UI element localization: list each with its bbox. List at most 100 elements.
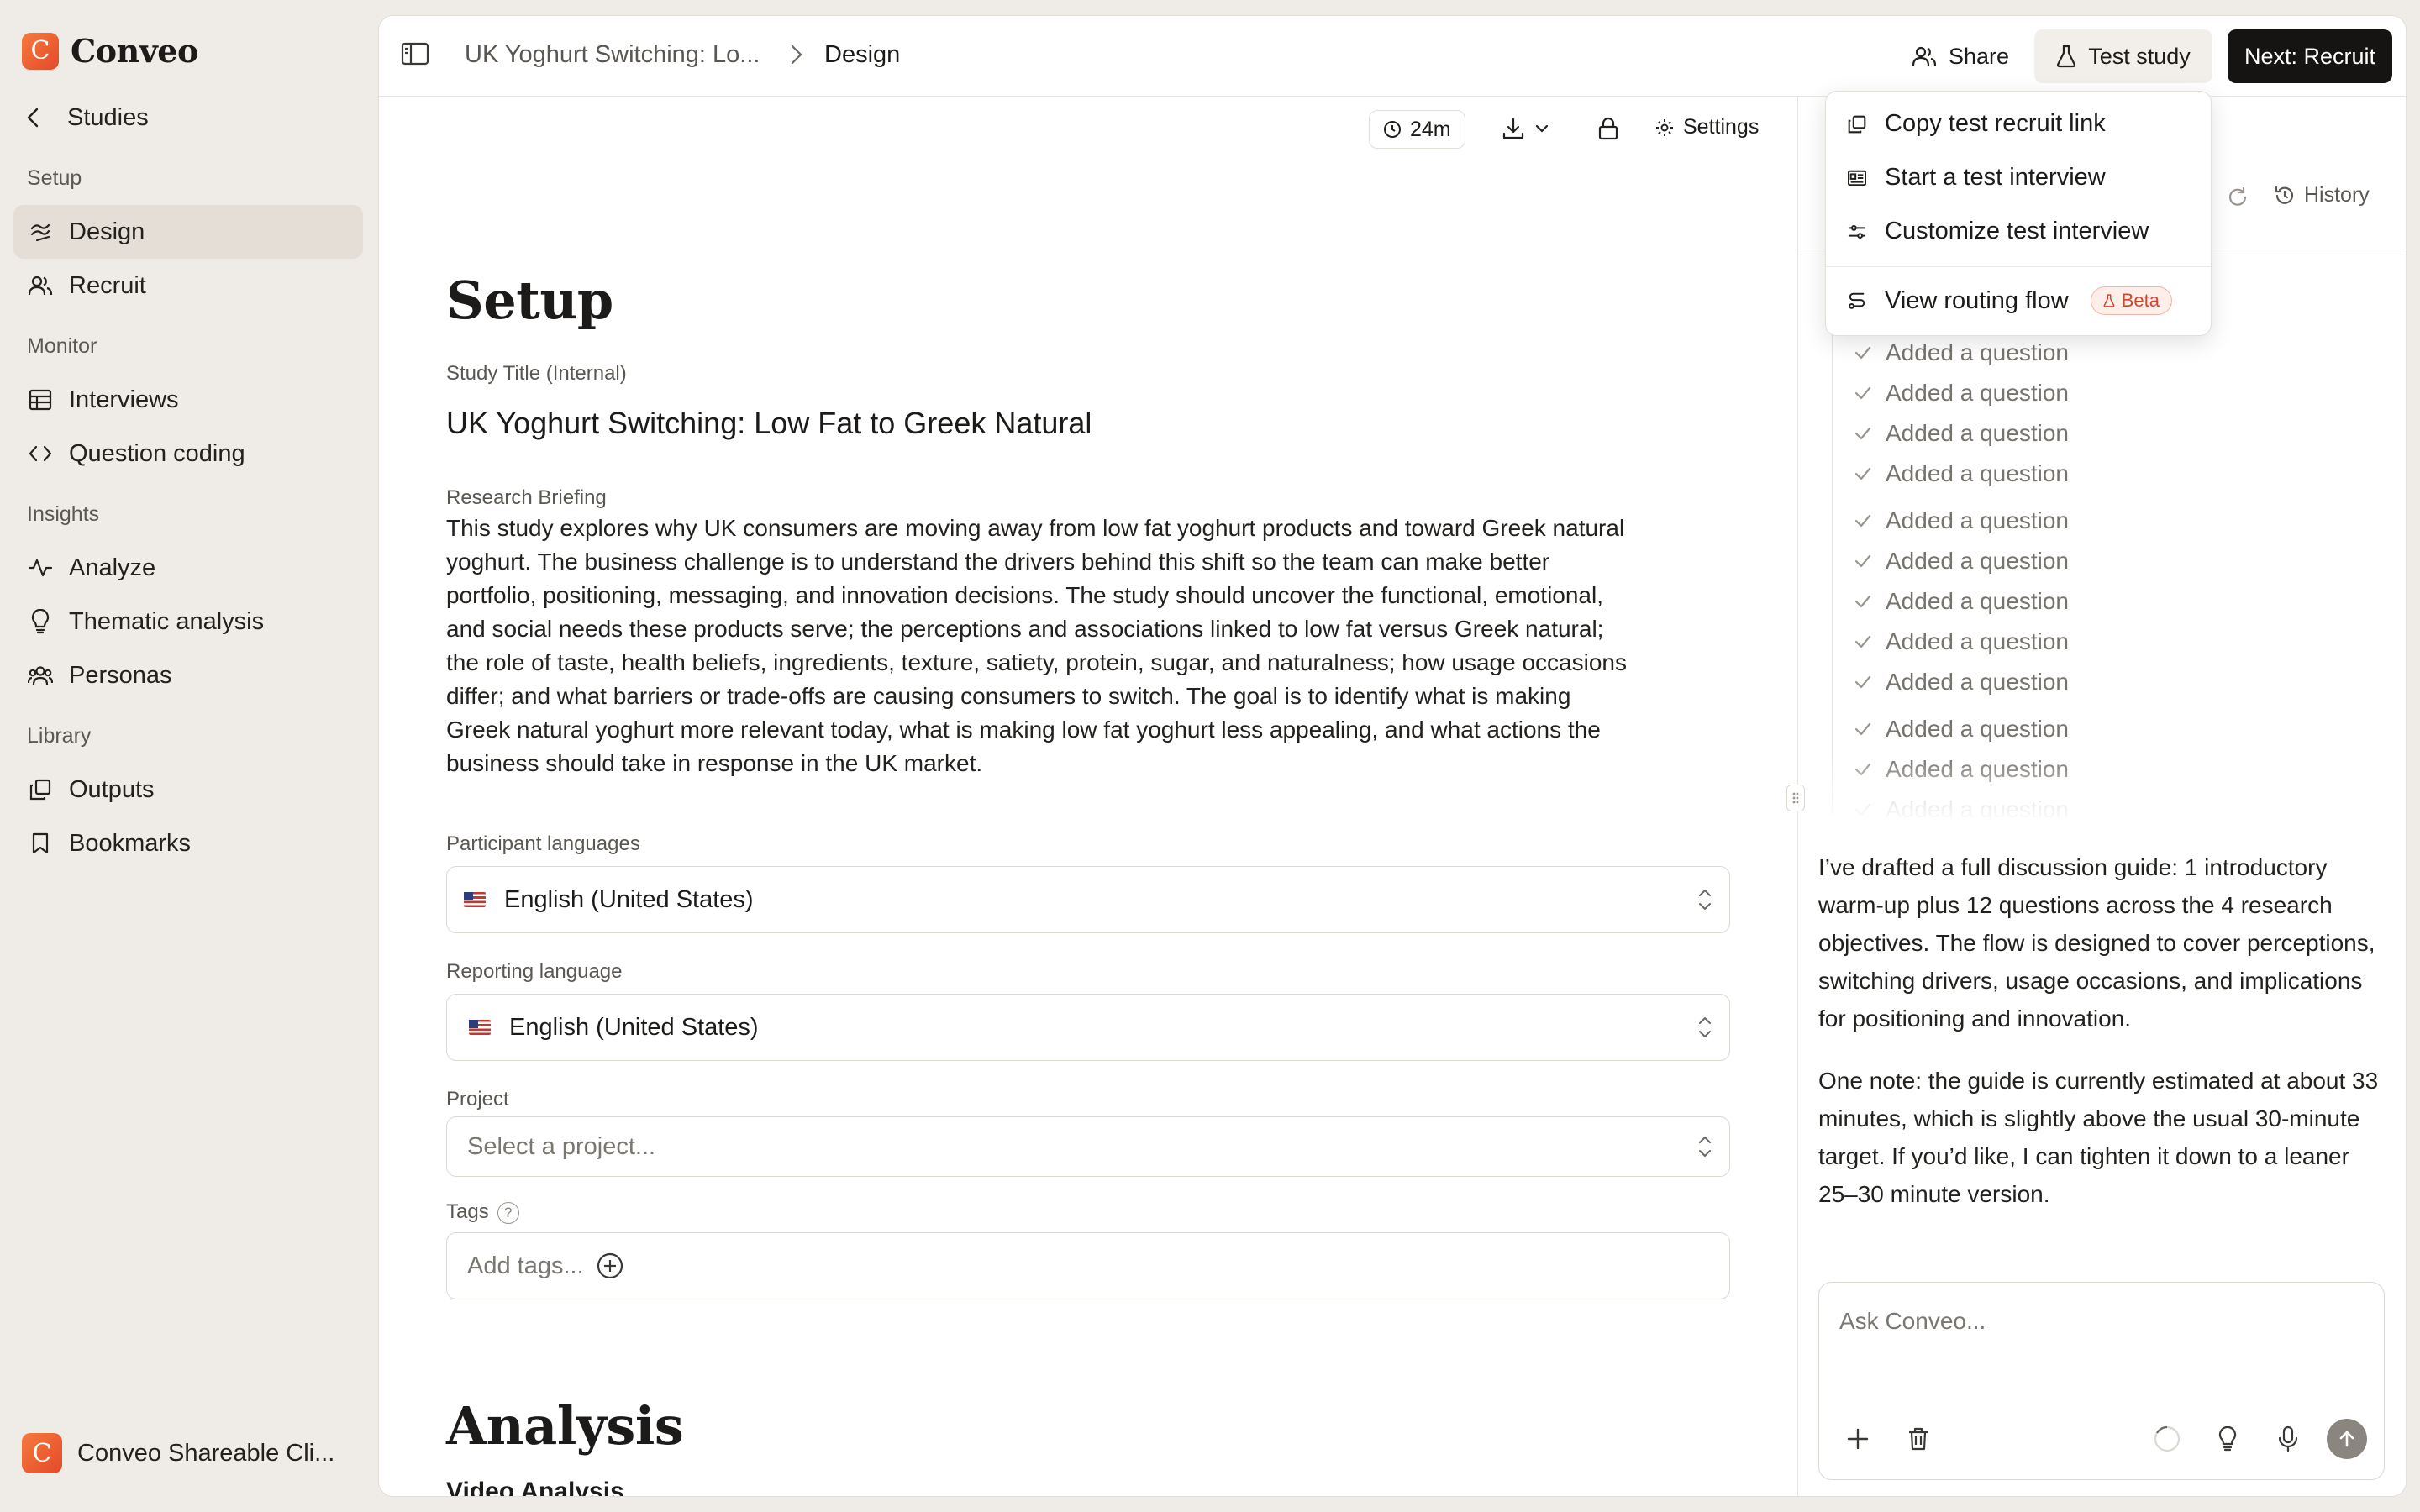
next-recruit-button[interactable]: Next: Recruit [2228,29,2392,83]
menu-item-customize-test-interview[interactable]: Customize test interview [1848,218,2149,245]
send-button[interactable] [2327,1419,2367,1459]
tags-placeholder: Add tags... [467,1252,584,1279]
duration-pill[interactable]: 24m [1369,110,1465,149]
breadcrumb-study[interactable]: UK Yoghurt Switching: Lo... [465,41,760,69]
activity-item: Added a question [1854,588,2069,615]
menu-item-label: Start a test interview [1885,164,2106,191]
research-briefing-text[interactable]: This study explores why UK consumers are… [446,512,1732,780]
trash-icon[interactable] [1898,1419,1939,1459]
chat-composer[interactable]: Ask Conveo... [1818,1282,2385,1480]
settings-label: Settings [1683,115,1760,139]
sidebar: C Conveo Studies Setup Design Recruit Mo… [0,0,376,1512]
tags-input[interactable]: Add tags... [446,1232,1730,1299]
sidebar-item-personas[interactable]: Personas [13,648,363,702]
check-icon [1854,345,1872,360]
reporting-language-value: English (United States) [509,1013,759,1041]
us-flag-icon [464,892,486,907]
table-icon [27,386,54,413]
sidebar-item-label: Interviews [69,386,179,413]
check-icon [1854,513,1872,528]
sidebar-item-question-coding[interactable]: Question coding [13,427,363,480]
refresh-icon[interactable] [2227,186,2249,208]
briefing-line: differ; and what barriers or trade-offs … [446,683,1571,709]
check-icon [1854,554,1872,569]
menu-item-copy-test-recruit-link[interactable]: Copy test recruit link [1848,110,2106,138]
activity-item: Added a question [1854,628,2069,655]
activity-item: Added a question [1854,716,2069,743]
section-label-monitor: Monitor [27,334,97,358]
workspace-name: Conveo Shareable Cli... [77,1439,335,1467]
participant-languages-label: Participant languages [446,832,640,855]
sidebar-item-bookmarks[interactable]: Bookmarks [13,816,363,870]
chevron-down-icon [1535,123,1549,134]
help-icon[interactable]: ? [497,1201,519,1224]
group-icon [27,662,54,689]
chevron-left-icon [27,108,50,128]
test-study-button[interactable]: Test study [2034,29,2212,83]
lock-icon[interactable] [1597,117,1619,140]
menu-item-label: View routing flow [1885,286,2069,314]
activity-item: Added a question [1854,507,2069,534]
briefing-line: the role of taste, health beliefs, ingre… [446,649,1627,675]
chevrons-up-down-icon [1697,885,1712,914]
download-button[interactable] [1502,117,1549,140]
plus-icon[interactable] [1838,1419,1878,1459]
reporting-language-label: Reporting language [446,960,623,983]
workspace-logo: C [22,1433,62,1473]
workspace-switcher[interactable]: C Conveo Shareable Cli... [22,1433,334,1473]
analysis-heading: Analysis [446,1395,684,1457]
back-to-studies-link[interactable]: Studies [27,99,149,136]
check-icon [1854,426,1872,441]
pen-tool-icon [27,218,54,245]
sidebar-item-analyze[interactable]: Analyze [13,541,363,595]
sidebar-item-thematic-analysis[interactable]: Thematic analysis [13,595,363,648]
study-title-input[interactable]: UK Yoghurt Switching: Low Fat to Greek N… [446,406,1092,441]
sidebar-item-label: Recruit [69,271,146,299]
research-briefing-label: Research Briefing [446,486,607,509]
briefing-line: portfolio, positioning, messaging, and i… [446,582,1604,608]
briefing-line: This study explores why UK consumers are… [446,515,1625,541]
chat-input[interactable]: Ask Conveo... [1839,1308,1986,1335]
activity-item: Added a question [1854,380,2069,407]
menu-item-view-routing-flow[interactable]: View routing flow Beta [1848,286,2172,315]
users-icon [27,272,54,299]
copy-icon [27,776,54,803]
history-label: History [2304,183,2370,207]
history-button[interactable]: History [2274,183,2370,207]
beta-badge: Beta [2090,286,2172,315]
copy-icon [1848,115,1866,134]
code-icon [27,440,54,467]
add-tag-icon[interactable] [596,1252,624,1280]
activity-icon [27,554,54,581]
reporting-language-select[interactable]: English (United States) [446,994,1730,1061]
activity-item: Added a question [1854,420,2069,447]
chevrons-up-down-icon [1697,1013,1712,1042]
activity-text: Added a question [1886,507,2069,533]
sidebar-item-recruit[interactable]: Recruit [13,259,363,312]
participant-languages-select[interactable]: English (United States) [446,866,1730,933]
microphone-icon[interactable] [2268,1419,2308,1459]
assistant-message: One note: the guide is currently estimat… [1818,1068,2379,1207]
activity-text: Added a question [1886,548,2069,574]
settings-button[interactable]: Settings [1655,115,1759,139]
briefing-line: yoghurt. The business challenge is to un… [446,549,1550,575]
sidebar-item-interviews[interactable]: Interviews [13,373,363,427]
brand[interactable]: C Conveo [22,32,198,70]
project-select[interactable]: Select a project... [446,1116,1730,1177]
share-button[interactable]: Share [1898,29,2023,83]
lightbulb-icon[interactable] [2207,1419,2248,1459]
lightbulb-icon [27,608,54,635]
users-icon [1912,45,1937,67]
sidebar-item-outputs[interactable]: Outputs [13,763,363,816]
flask-icon [2056,45,2076,68]
chevrons-up-down-icon [1697,1132,1712,1161]
history-icon [2274,185,2296,207]
id-card-icon [1848,170,1866,186]
briefing-line: business should take in response in the … [446,750,983,776]
resize-handle[interactable] [1786,785,1805,811]
sidebar-item-design[interactable]: Design [13,205,363,259]
sidebar-toggle-icon[interactable] [401,41,429,66]
activity-text: Added a question [1886,628,2069,654]
sidebar-item-label: Bookmarks [69,829,192,857]
menu-item-start-test-interview[interactable]: Start a test interview [1848,164,2106,192]
